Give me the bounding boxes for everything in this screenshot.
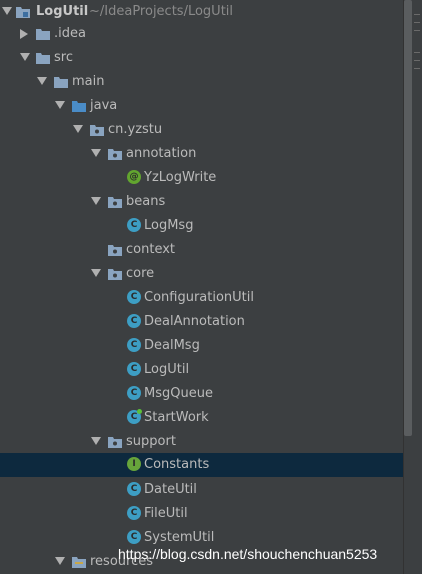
tree-row-support[interactable]: support — [0, 430, 404, 454]
class-icon: C — [127, 362, 141, 376]
expand-arrow-icon[interactable] — [55, 101, 65, 109]
tree-row-core[interactable]: core — [0, 262, 404, 286]
gutter-mark — [414, 22, 420, 23]
tree-label: .idea — [54, 26, 86, 41]
folder-icon — [54, 77, 68, 88]
expand-arrow-icon[interactable] — [20, 53, 30, 61]
tree-row-root[interactable]: LogUtil ~/IdeaProjects/LogUtil — [0, 0, 404, 24]
tree-label: ConfigurationUtil — [144, 290, 254, 305]
tree-row-beans[interactable]: beans — [0, 190, 404, 214]
expand-arrow-icon[interactable] — [91, 269, 101, 277]
root-path: ~/IdeaProjects/LogUtil — [89, 4, 234, 19]
tree-row-package[interactable]: cn.yzstu — [0, 118, 404, 142]
tree-label: DealMsg — [144, 338, 200, 353]
tree-row-file[interactable]: C LogUtil — [0, 358, 404, 382]
class-letter: C — [130, 412, 138, 422]
tree-label: context — [126, 242, 175, 257]
class-icon: C — [127, 506, 141, 520]
watermark-text: https://blog.csdn.net/shouchenchuan5253 — [118, 546, 378, 562]
tree-row-context[interactable]: context — [0, 238, 404, 262]
expand-arrow-icon[interactable] — [91, 197, 101, 205]
resources-folder-icon — [72, 557, 86, 568]
tree-label: DateUtil — [144, 482, 197, 497]
tree-label: annotation — [126, 146, 197, 161]
tree-row-idea[interactable]: .idea — [0, 22, 404, 46]
tree-label: support — [126, 434, 176, 449]
expand-arrow-icon[interactable] — [91, 437, 101, 445]
root-label: LogUtil — [36, 4, 89, 19]
tree-row-src[interactable]: src — [0, 46, 404, 70]
class-icon: C — [127, 314, 141, 328]
vertical-scrollbar[interactable] — [404, 0, 412, 436]
tree-label: main — [72, 74, 105, 89]
gutter-mark — [414, 60, 420, 61]
tree-label: core — [126, 266, 155, 281]
tree-row-file[interactable]: C MsgQueue — [0, 382, 404, 406]
project-tree: LogUtil ~/IdeaProjects/LogUtil .idea src… — [0, 0, 404, 574]
tree-label: SystemUtil — [144, 530, 215, 545]
annotation-icon: @ — [127, 170, 141, 184]
tree-row-file[interactable]: C ConfigurationUtil — [0, 286, 404, 310]
expand-arrow-icon[interactable] — [2, 7, 12, 15]
tree-row-main[interactable]: main — [0, 70, 404, 94]
package-icon — [108, 197, 122, 208]
class-icon: C — [127, 338, 141, 352]
tree-label: java — [90, 98, 118, 113]
expand-arrow-icon[interactable] — [37, 77, 47, 85]
tree-label: cn.yzstu — [108, 122, 163, 137]
class-icon: C — [127, 482, 141, 496]
tree-label: MsgQueue — [144, 386, 213, 401]
tree-row-java[interactable]: java — [0, 94, 404, 118]
package-icon — [108, 437, 122, 448]
folder-icon — [36, 29, 50, 40]
interface-icon: I — [127, 457, 141, 471]
gutter-mark — [414, 14, 420, 15]
expand-arrow-icon[interactable] — [91, 149, 101, 157]
gutter-mark — [414, 68, 420, 69]
package-icon — [108, 149, 122, 160]
expand-arrow-icon[interactable] — [55, 557, 65, 565]
module-folder-icon — [16, 7, 30, 18]
tree-label: Constants — [144, 457, 210, 472]
class-with-main-icon: C — [127, 409, 142, 424]
tree-label: LogUtil — [144, 362, 190, 377]
tree-row-file[interactable]: C FileUtil — [0, 502, 404, 526]
class-icon: C — [127, 530, 141, 544]
class-icon: C — [127, 386, 141, 400]
expand-arrow-icon[interactable] — [73, 125, 83, 133]
package-icon — [108, 269, 122, 280]
folder-icon — [36, 53, 50, 64]
tree-row-file[interactable]: C DateUtil — [0, 478, 404, 502]
class-icon: C — [127, 218, 141, 232]
tree-row-file[interactable]: C DealMsg — [0, 334, 404, 358]
tree-label: FileUtil — [144, 506, 188, 521]
tree-row-file[interactable]: C LogMsg — [0, 214, 404, 238]
tree-label: beans — [126, 194, 166, 209]
tree-row-file-selected[interactable]: I Constants — [0, 453, 404, 477]
gutter-mark — [414, 52, 420, 53]
package-icon — [108, 245, 122, 256]
expand-arrow-icon[interactable] — [20, 29, 28, 39]
tree-label: LogMsg — [144, 218, 194, 233]
tree-label: YzLogWrite — [144, 170, 217, 185]
package-icon — [90, 125, 104, 136]
tree-row-file[interactable]: C DealAnnotation — [0, 310, 404, 334]
tree-row-annotation[interactable]: annotation — [0, 142, 404, 166]
tree-label: src — [54, 50, 73, 65]
tree-label: StartWork — [144, 410, 209, 425]
gutter-mark — [414, 30, 420, 31]
source-folder-icon — [72, 101, 86, 112]
tree-row-file[interactable]: C StartWork — [0, 406, 404, 430]
class-icon: C — [127, 290, 141, 304]
run-badge-icon — [137, 409, 142, 414]
tree-row-file[interactable]: @ YzLogWrite — [0, 166, 404, 190]
tree-label: DealAnnotation — [144, 314, 245, 329]
